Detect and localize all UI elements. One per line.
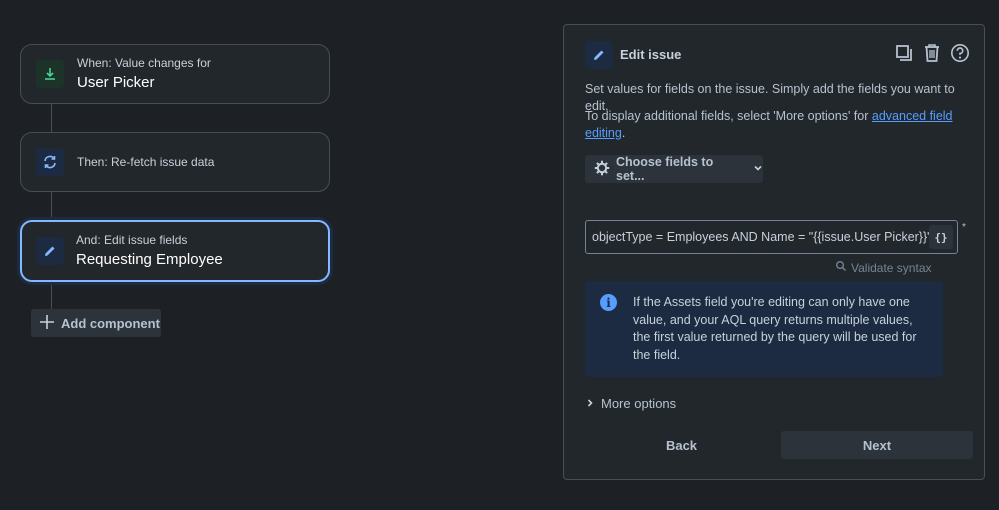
choose-fields-label: Choose fields to set...: [616, 155, 714, 183]
search-icon: [835, 260, 847, 275]
edit-node-title: Requesting Employee: [76, 251, 223, 268]
gear-icon: [594, 160, 610, 179]
more-options-toggle[interactable]: More options: [586, 396, 676, 411]
add-component-label: Add component: [61, 315, 160, 331]
field-change-icon: [36, 60, 64, 88]
refetch-title: Then: Re-fetch issue data: [77, 155, 215, 169]
trigger-title: User Picker: [77, 74, 155, 91]
additional-fields-suffix: .: [621, 126, 626, 140]
validate-syntax-button[interactable]: Validate syntax: [835, 260, 932, 275]
help-icon[interactable]: [950, 42, 970, 64]
smart-values-button[interactable]: {}: [929, 225, 953, 249]
edit-issue-node[interactable]: And: Edit issue fields Requesting Employ…: [20, 220, 330, 282]
additional-fields-hint: To display additional fields, select 'Mo…: [585, 108, 960, 142]
duplicate-icon[interactable]: [894, 42, 914, 64]
required-marker: *: [962, 222, 966, 233]
pencil-icon: [585, 41, 613, 69]
back-button[interactable]: Back: [585, 431, 778, 459]
panel-title: Edit issue: [620, 47, 682, 62]
trash-icon[interactable]: [922, 42, 942, 64]
chevron-right-icon: [586, 396, 594, 411]
info-icon: i: [600, 294, 617, 311]
flow-connector: [51, 282, 52, 310]
trigger-node[interactable]: When: Value changes for User Picker: [20, 44, 330, 104]
more-options-label: More options: [601, 396, 677, 411]
add-component-button[interactable]: Add component: [31, 309, 161, 337]
flow-connector: [51, 104, 52, 132]
refetch-action-node[interactable]: Then: Re-fetch issue data: [20, 132, 330, 192]
edit-issue-panel: Edit issue Set values for fields on the …: [563, 24, 985, 480]
aql-query-value: objectType = Employees AND Name = "{{iss…: [592, 230, 932, 244]
info-message: i If the Assets field you're editing can…: [585, 281, 943, 377]
chevron-down-icon: [753, 162, 763, 176]
additional-fields-prefix: To display additional fields, select 'Mo…: [585, 109, 869, 123]
validate-syntax-label: Validate syntax: [851, 260, 932, 275]
refresh-icon: [36, 148, 64, 176]
pencil-icon: [36, 237, 64, 265]
choose-fields-button[interactable]: Choose fields to set...: [585, 155, 763, 183]
trigger-subtitle: When: Value changes for: [77, 56, 211, 70]
flow-connector: [51, 192, 52, 220]
edit-node-subtitle: And: Edit issue fields: [76, 233, 188, 247]
info-text: If the Assets field you're editing can o…: [633, 295, 917, 362]
next-button[interactable]: Next: [781, 431, 973, 459]
aql-query-input[interactable]: objectType = Employees AND Name = "{{iss…: [585, 220, 958, 254]
plus-icon: [39, 314, 55, 333]
